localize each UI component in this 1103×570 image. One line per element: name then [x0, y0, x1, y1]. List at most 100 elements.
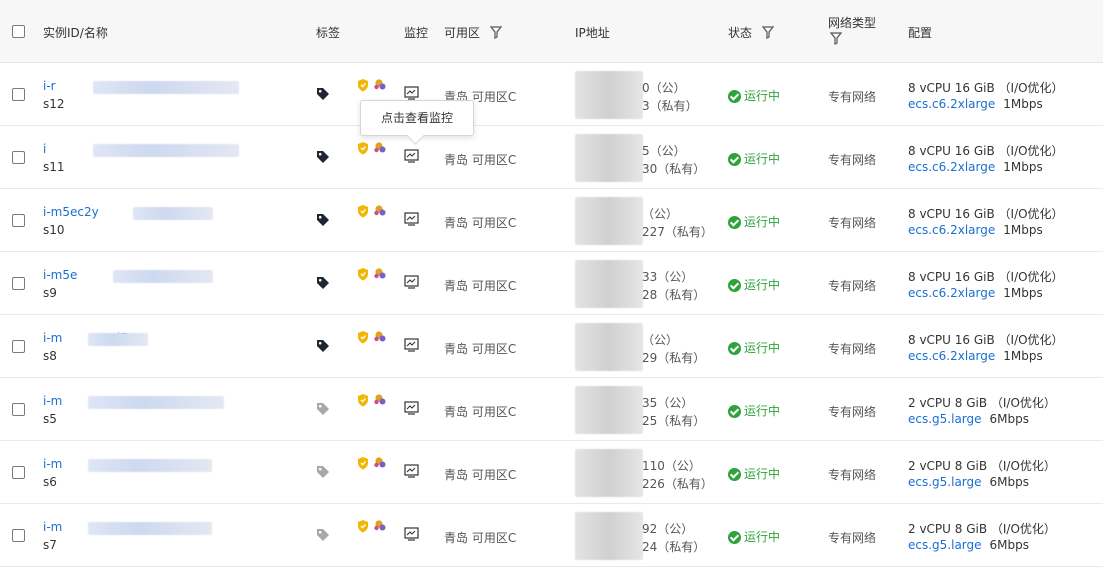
tag-icon[interactable] — [316, 528, 330, 542]
monitor-chart-icon[interactable] — [404, 149, 419, 163]
filter-icon[interactable] — [830, 32, 842, 45]
monitor-chart-icon[interactable] — [404, 212, 419, 226]
instance-type-link[interactable]: ecs.c6.2xlarge — [908, 286, 995, 300]
shield-icon[interactable] — [357, 78, 387, 94]
instance-id[interactable]: i-m — [43, 394, 62, 408]
private-ip: 30（私有） — [642, 162, 706, 176]
tag-icon[interactable] — [316, 402, 330, 416]
monitor-chart-icon[interactable] — [404, 275, 419, 289]
instance-id-link[interactable]: i-m — [43, 394, 62, 408]
row-checkbox[interactable] — [12, 151, 25, 164]
tag-icon[interactable] — [316, 276, 330, 290]
row-checkbox[interactable] — [12, 88, 25, 101]
instance-id[interactable]: i-m — [43, 457, 62, 471]
status-text: 运行中 — [744, 341, 781, 355]
redacted-ip — [575, 260, 643, 308]
shield-icon[interactable] — [357, 330, 387, 346]
network-type: 专有网络 — [828, 216, 877, 230]
filter-icon[interactable] — [761, 26, 774, 39]
status-text: 运行中 — [744, 530, 781, 544]
bandwidth: 1Mbps — [1003, 223, 1043, 237]
instance-id-link[interactable]: i-m5e — [43, 268, 77, 282]
row-checkbox[interactable] — [12, 403, 25, 416]
redacted-ip — [575, 71, 643, 119]
network-type: 专有网络 — [828, 405, 877, 419]
row-checkbox[interactable] — [12, 466, 25, 479]
tag-icon[interactable] — [316, 150, 330, 164]
status-badge: 运行中 — [728, 276, 780, 293]
instance-id[interactable]: i-m — [43, 331, 62, 345]
network-type: 专有网络 — [828, 531, 877, 545]
header-id-name[interactable]: 实例ID/名称 — [43, 24, 108, 41]
zone-text: 青岛 可用区C — [444, 531, 517, 545]
status-text: 运行中 — [744, 467, 781, 481]
instance-id-link[interactable]: i-m5ec2y — [43, 205, 99, 219]
instance-name: s9 — [43, 286, 57, 300]
select-all-checkbox[interactable] — [12, 25, 25, 38]
check-circle-icon — [728, 405, 741, 418]
monitor-chart-icon[interactable] — [404, 86, 419, 100]
instance-id[interactable]: i-m5ec2y — [43, 205, 99, 219]
instance-id-link[interactable]: i-r — [43, 79, 56, 93]
row-checkbox[interactable] — [12, 340, 25, 353]
bandwidth: 6Mbps — [989, 412, 1030, 426]
monitor-chart-icon[interactable] — [404, 401, 419, 415]
instance-type-link[interactable]: ecs.g5.large — [908, 412, 982, 426]
monitor-chart-icon[interactable] — [404, 464, 419, 478]
row-checkbox[interactable] — [12, 529, 25, 542]
status-badge: 运行中 — [728, 402, 780, 419]
bandwidth: 1Mbps — [1003, 160, 1043, 174]
tag-icon[interactable] — [316, 339, 330, 353]
row-checkbox[interactable] — [12, 214, 25, 227]
instance-type-link[interactable]: ecs.g5.large — [908, 538, 982, 552]
instance-type-link[interactable]: ecs.c6.2xlarge — [908, 223, 995, 237]
monitor-chart-icon[interactable] — [404, 527, 419, 541]
check-circle-icon — [728, 531, 741, 544]
instance-id[interactable]: i-m5e — [43, 268, 77, 282]
public-ip: （公） — [642, 207, 679, 221]
instance-id[interactable]: i-r — [43, 79, 56, 93]
instance-name: s6 — [43, 475, 57, 489]
shield-icon[interactable] — [357, 393, 387, 409]
public-ip: 0（公） — [642, 81, 686, 95]
monitor-tooltip: 点击查看监控 — [360, 100, 474, 136]
tag-icon[interactable] — [316, 465, 330, 479]
instance-type-link[interactable]: ecs.g5.large — [908, 475, 982, 489]
zone-text: 青岛 可用区C — [444, 279, 517, 293]
shield-icon[interactable] — [357, 141, 387, 157]
instance-spec: 8 vCPU 16 GiB （I/O优化） — [908, 144, 1064, 158]
status-text: 运行中 — [744, 278, 781, 292]
instance-type-link[interactable]: ecs.c6.2xlarge — [908, 160, 995, 174]
status-text: 运行中 — [744, 404, 781, 418]
header-monitor: 监控 — [404, 26, 429, 40]
instance-name: s10 — [43, 223, 65, 237]
private-ip: 24（私有） — [642, 540, 706, 554]
instance-spec: 2 vCPU 8 GiB （I/O优化） — [908, 522, 1056, 536]
header-network-label: 网络类型 — [828, 16, 877, 30]
bandwidth: 6Mbps — [989, 538, 1030, 552]
filter-icon[interactable] — [489, 26, 502, 39]
monitor-chart-icon[interactable] — [404, 338, 419, 352]
instance-type-link[interactable]: ecs.c6.2xlarge — [908, 97, 995, 111]
redacted-id — [88, 459, 212, 472]
instance-spec: 8 vCPU 16 GiB （I/O优化） — [908, 81, 1064, 95]
shield-icon[interactable] — [357, 456, 387, 472]
header-config: 配置 — [908, 26, 933, 40]
check-circle-icon — [728, 468, 741, 481]
shield-icon[interactable] — [357, 204, 387, 220]
network-type: 专有网络 — [828, 342, 877, 356]
instance-id[interactable]: i — [43, 142, 46, 156]
tag-icon[interactable] — [316, 87, 330, 101]
redacted-id — [93, 81, 239, 94]
tag-icon[interactable] — [316, 213, 330, 227]
instance-id-link[interactable]: i-m — [43, 457, 62, 471]
shield-icon[interactable] — [357, 267, 387, 283]
instance-id-link[interactable]: i — [43, 142, 46, 156]
table-row: i-m5e s9 青岛 可用区C 33（公） 28（私有） 运行中 专有网络 8… — [0, 252, 1103, 315]
redacted-id — [88, 522, 212, 535]
instance-type-link[interactable]: ecs.c6.2xlarge — [908, 349, 995, 363]
shield-icon[interactable] — [357, 519, 387, 535]
instance-id-link[interactable]: i-m — [43, 520, 62, 534]
instance-id[interactable]: i-m — [43, 520, 62, 534]
row-checkbox[interactable] — [12, 277, 25, 290]
